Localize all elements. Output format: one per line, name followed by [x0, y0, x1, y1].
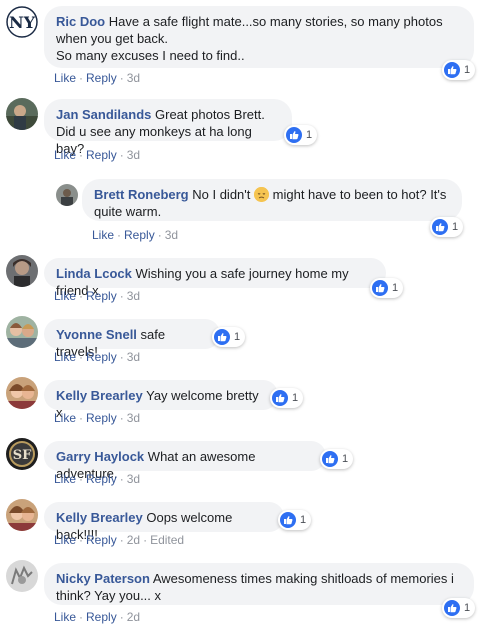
reply-link[interactable]: Reply	[86, 411, 117, 425]
comment-bubble: Yvonne Snell safe travels!	[44, 319, 220, 359]
comment-bubble: Linda Lcock Wishing you a safe journey h…	[44, 258, 386, 298]
like-thumb-icon	[286, 127, 302, 143]
reaction-number: 1	[392, 282, 399, 294]
comment-actions: Like · Reply · 3d	[54, 350, 141, 364]
comment-bubble: Kelly Brearley Yay welcome bretty x	[44, 380, 278, 420]
comment-actions: Like · Reply · 2d · Edited	[54, 533, 185, 547]
avatar[interactable]	[6, 560, 38, 592]
reaction-count[interactable]: 1	[442, 60, 476, 80]
reaction-number: 1	[292, 392, 299, 404]
comment-author[interactable]: Nicky Paterson	[56, 571, 150, 586]
reply-link[interactable]: Reply	[86, 610, 117, 624]
reply-link[interactable]: Reply	[86, 148, 117, 162]
comment-actions: Like · Reply · 3d	[54, 148, 141, 162]
reply-link[interactable]: Reply	[86, 289, 117, 303]
comment-actions: Like · Reply · 3d	[92, 228, 179, 242]
comment-time[interactable]: 3d	[127, 289, 140, 303]
comment-author[interactable]: Yvonne Snell	[56, 327, 137, 342]
like-thumb-icon	[444, 600, 460, 616]
reaction-count[interactable]: 1	[284, 125, 318, 145]
reaction-number: 1	[464, 64, 471, 76]
comment-actions: Like · Reply · 3d	[54, 71, 141, 85]
comment-time[interactable]: 3d	[127, 472, 140, 486]
avatar[interactable]	[6, 255, 38, 287]
avatar[interactable]: SF	[6, 438, 38, 470]
reply-link[interactable]: Reply	[86, 71, 117, 85]
like-thumb-icon	[214, 329, 230, 345]
comment-author[interactable]: Ric Doo	[56, 14, 105, 29]
comment-author[interactable]: Brett Roneberg	[94, 187, 189, 202]
like-link[interactable]: Like	[54, 472, 76, 486]
comment-text-line2: So many excuses I need to find..	[56, 48, 245, 63]
avatar[interactable]	[6, 499, 38, 531]
avatar[interactable]	[6, 98, 38, 130]
reaction-number: 1	[300, 514, 307, 526]
comment-author[interactable]: Kelly Brearley	[56, 388, 143, 403]
reaction-count[interactable]: 1	[320, 449, 354, 469]
reply-link[interactable]: Reply	[86, 472, 117, 486]
like-link[interactable]: Like	[54, 289, 76, 303]
comment-bubble: Ric Doo Have a safe flight mate...so man…	[44, 6, 474, 68]
comment-author[interactable]: Garry Haylock	[56, 449, 144, 464]
comment-text: Great photos Brett.	[155, 107, 265, 122]
reaction-count[interactable]: 1	[278, 510, 312, 530]
comment-time[interactable]: 3d	[127, 350, 140, 364]
comment-time[interactable]: 3d	[127, 148, 140, 162]
reply-link[interactable]: Reply	[86, 350, 117, 364]
comment-time[interactable]: 3d	[127, 411, 140, 425]
disappointed-face-emoji	[254, 187, 270, 202]
comment-bubble: Brett Roneberg No I didn't might have to…	[82, 179, 462, 221]
comment-text: Have a safe flight mate...so many storie…	[56, 14, 443, 46]
like-link[interactable]: Like	[54, 411, 76, 425]
like-link[interactable]: Like	[92, 228, 114, 242]
reply-link[interactable]: Reply	[86, 533, 117, 547]
comment-actions: Like · Reply · 3d	[54, 289, 141, 303]
reaction-number: 1	[234, 331, 241, 343]
avatar[interactable]	[56, 184, 78, 206]
comment-actions: Like · Reply · 3d	[54, 472, 141, 486]
avatar[interactable]	[6, 377, 38, 409]
comment-bubble: Kelly Brearley Oops welcome back!!!!	[44, 502, 284, 542]
reaction-number: 1	[464, 602, 471, 614]
reaction-number: 1	[452, 221, 459, 233]
like-link[interactable]: Like	[54, 533, 76, 547]
avatar[interactable]	[6, 316, 38, 348]
avatar[interactable]: NY	[6, 6, 38, 38]
comment-actions: Like · Reply · 2d	[54, 610, 141, 624]
reaction-count[interactable]: 1	[430, 217, 464, 237]
comment-author[interactable]: Kelly Brearley	[56, 510, 143, 525]
comment-time[interactable]: 3d	[165, 228, 178, 242]
comment-bubble: Garry Haylock What an awesome adventure.	[44, 441, 326, 481]
like-thumb-icon	[280, 512, 296, 528]
like-link[interactable]: Like	[54, 148, 76, 162]
reaction-number: 1	[306, 129, 313, 141]
edited-label[interactable]: Edited	[150, 533, 184, 547]
like-thumb-icon	[322, 451, 338, 467]
reaction-number: 1	[342, 453, 349, 465]
like-thumb-icon	[432, 219, 448, 235]
reaction-count[interactable]: 1	[370, 278, 404, 298]
reaction-count[interactable]: 1	[270, 388, 304, 408]
reaction-count[interactable]: 1	[212, 327, 246, 347]
like-link[interactable]: Like	[54, 71, 76, 85]
like-thumb-icon	[272, 390, 288, 406]
comment-time[interactable]: 3d	[127, 71, 140, 85]
svg-text:NY: NY	[9, 13, 36, 32]
comment-actions: Like · Reply · 3d	[54, 411, 141, 425]
reaction-count[interactable]: 1	[442, 598, 476, 618]
comment-bubble: Nicky Paterson Awesomeness times making …	[44, 563, 474, 605]
like-link[interactable]: Like	[54, 610, 76, 624]
comment-author[interactable]: Linda Lcock	[56, 266, 132, 281]
comment-bubble: Jan Sandilands Great photos Brett. Did u…	[44, 99, 292, 156]
comment-author[interactable]: Jan Sandilands	[56, 107, 151, 122]
reply-link[interactable]: Reply	[124, 228, 155, 242]
svg-text:SF: SF	[13, 448, 32, 463]
comment-time[interactable]: 2d	[127, 533, 140, 547]
like-link[interactable]: Like	[54, 350, 76, 364]
comment-text: No I didn't	[192, 187, 251, 202]
like-thumb-icon	[372, 280, 388, 296]
comment-time[interactable]: 2d	[127, 610, 140, 624]
like-thumb-icon	[444, 62, 460, 78]
